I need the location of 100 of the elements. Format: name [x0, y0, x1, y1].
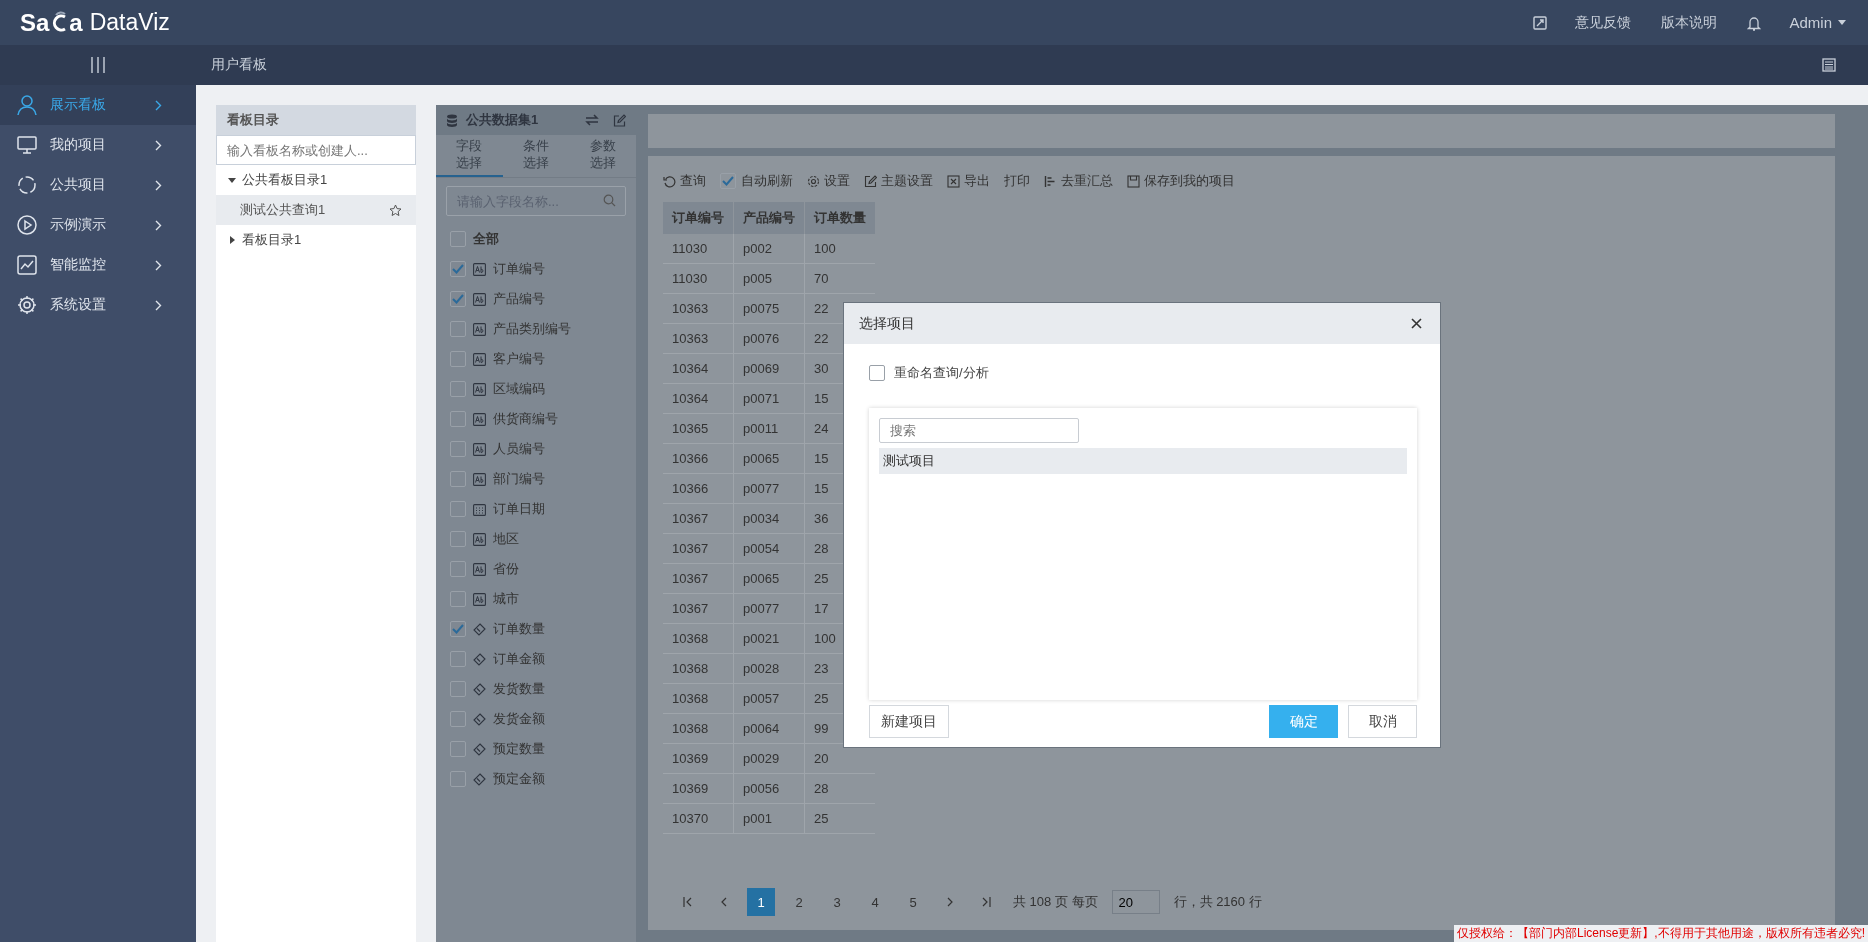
checkbox[interactable] [720, 173, 736, 189]
sidebar-item[interactable]: 示例演示 [0, 205, 196, 245]
toolbar-button[interactable]: 保存到我的项目 [1127, 172, 1235, 190]
field-label: 发货数量 [493, 680, 545, 698]
sidebar-item[interactable]: 我的项目 [0, 125, 196, 165]
table-cell: p0075 [733, 293, 805, 324]
checkbox[interactable] [450, 441, 466, 457]
table-cell: 10363 [663, 293, 734, 324]
last-page-icon[interactable] [981, 897, 991, 907]
spreadsheet-icon [947, 174, 960, 188]
column-header[interactable]: 产品编号 [733, 202, 805, 234]
search-field[interactable]: 输入看板名称或创建人... [216, 135, 416, 165]
tree-folder[interactable]: 看板目录1 [216, 225, 416, 255]
checkbox[interactable] [450, 741, 466, 757]
tag-icon [473, 772, 486, 786]
checkbox[interactable] [450, 651, 466, 667]
search-field[interactable]: 搜索 [879, 418, 1079, 443]
checkbox[interactable] [450, 621, 466, 637]
checkbox[interactable] [450, 561, 466, 577]
toolbar-button[interactable]: 导出 [947, 172, 990, 190]
field-label: 供货商编号 [493, 410, 558, 428]
table-cell: 25 [804, 803, 875, 834]
table-cell: 10368 [663, 713, 734, 744]
table-cell: p0021 [733, 623, 805, 654]
page-button[interactable]: 5 [899, 888, 927, 916]
table-cell: 70 [804, 263, 875, 294]
tab[interactable]: 字段选择 [436, 135, 503, 177]
sidebar-item[interactable]: 展示看板 [0, 85, 196, 125]
toolbar-button[interactable]: 打印 [1004, 172, 1030, 190]
list-item[interactable]: 测试项目 [879, 448, 1407, 474]
next-page-icon[interactable] [945, 897, 955, 907]
page-button[interactable]: 4 [861, 888, 889, 916]
chevron-right-icon [155, 139, 162, 151]
table-cell: 11030 [663, 234, 734, 264]
checkbox[interactable] [450, 681, 466, 697]
top-link[interactable]: 意见反馈 [1575, 13, 1632, 32]
text-field-icon [473, 442, 486, 456]
table-cell: 10364 [663, 383, 734, 414]
top-link[interactable]: 版本说明 [1661, 13, 1718, 32]
table-cell: 10366 [663, 473, 734, 504]
field-label: 发货金额 [493, 710, 545, 728]
page-button[interactable]: 2 [785, 888, 813, 916]
sidebar-item[interactable]: 公共项目 [0, 165, 196, 205]
checkbox[interactable] [450, 261, 466, 277]
sidebar-item[interactable]: 智能监控 [0, 245, 196, 285]
page-size-field[interactable]: 20 [1111, 890, 1160, 914]
sidebar-item[interactable]: 系统设置 [0, 285, 196, 325]
checkbox[interactable] [869, 365, 885, 381]
page-button[interactable]: 3 [823, 888, 851, 916]
page-button[interactable]: 1 [747, 888, 775, 916]
checkbox[interactable] [450, 351, 466, 367]
toolbar-button[interactable]: 去重汇总 [1044, 172, 1113, 190]
checkbox-label[interactable]: 自动刷新 [741, 172, 793, 190]
checkbox[interactable] [450, 531, 466, 547]
checkbox[interactable] [450, 501, 466, 517]
tab[interactable]: 参数选择 [569, 135, 636, 175]
swap-icon[interactable] [585, 114, 599, 126]
table-cell: p0069 [733, 353, 805, 384]
tab[interactable]: 条件选择 [502, 135, 570, 175]
checkbox-label[interactable]: 重命名查询/分析 [894, 364, 989, 382]
dotted-circle-icon [16, 174, 38, 196]
table-cell: 10369 [663, 743, 734, 774]
toolbar-button[interactable]: 主题设置 [864, 172, 933, 190]
text-field-icon [473, 412, 486, 426]
checkbox[interactable] [450, 321, 466, 337]
text-field-icon [473, 592, 486, 606]
checkbox[interactable] [450, 291, 466, 307]
previous-page-icon[interactable] [719, 897, 729, 907]
column-header[interactable]: 订单编号 [663, 202, 734, 234]
expand-icon[interactable] [1533, 15, 1548, 30]
list-icon[interactable] [1822, 58, 1836, 72]
field-label: 地区 [493, 530, 519, 548]
first-page-icon[interactable] [683, 897, 693, 907]
bell-icon[interactable] [1747, 14, 1762, 31]
dialog-button[interactable]: 新建项目 [869, 705, 949, 738]
edit-icon[interactable] [613, 113, 626, 127]
checkbox[interactable] [450, 411, 466, 427]
checkbox[interactable] [450, 771, 466, 787]
refresh-icon [663, 174, 676, 188]
table-cell: p0011 [733, 413, 805, 444]
menu-icon[interactable] [90, 56, 106, 74]
row-count-text: 行，共 2160 行 [1173, 893, 1262, 911]
checkbox[interactable] [450, 591, 466, 607]
user-menu[interactable]: Admin [1789, 14, 1846, 31]
checkbox[interactable] [450, 231, 466, 247]
table-cell: 10367 [663, 563, 734, 594]
tag-icon [473, 682, 486, 696]
tree-folder[interactable]: 公共看板目录1 [216, 165, 416, 195]
toolbar-button[interactable]: 查询 [663, 172, 706, 190]
checkbox[interactable] [450, 471, 466, 487]
tree-item[interactable]: 测试公共查询1 [216, 195, 416, 225]
dialog-button[interactable]: 取消 [1348, 705, 1417, 738]
dialog-button[interactable]: 确定 [1269, 705, 1338, 738]
checkbox[interactable] [450, 711, 466, 727]
table-cell: p0034 [733, 503, 805, 534]
chevron-right-icon [155, 299, 162, 311]
close-icon[interactable] [1411, 318, 1422, 329]
column-header[interactable]: 订单数量 [804, 202, 875, 234]
toolbar-button[interactable]: 设置 [807, 172, 850, 190]
checkbox[interactable] [450, 381, 466, 397]
